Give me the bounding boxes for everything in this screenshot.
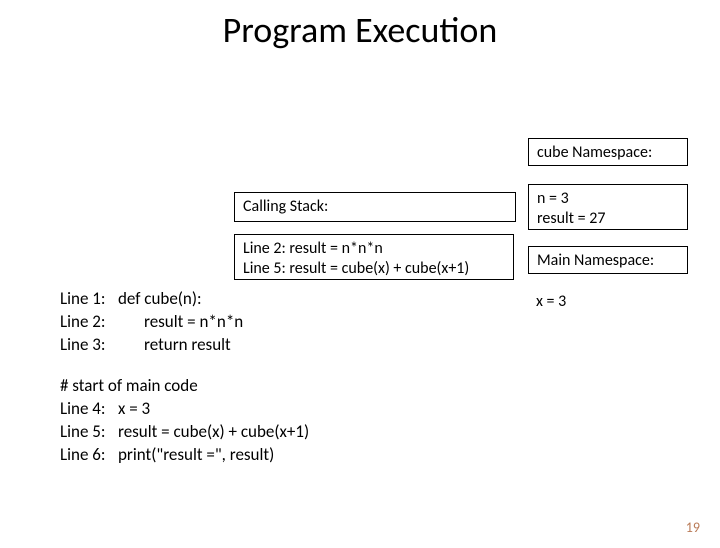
calling-stack-label: Calling Stack: xyxy=(234,192,516,222)
main-namespace-label: Main Namespace: xyxy=(528,246,688,274)
code-line-2: result = n*n*n xyxy=(144,311,243,332)
line-label: Line 4: xyxy=(60,398,118,421)
code-line-1: def cube(n): xyxy=(118,288,202,309)
line-label: Line 2: xyxy=(60,311,118,334)
slide-number: 19 xyxy=(686,519,700,536)
main-namespace-x: x = 3 xyxy=(528,288,688,316)
cube-namespace-values: n = 3 result = 27 xyxy=(528,184,688,230)
calling-line2: Line 2: result = n*n*n xyxy=(243,239,505,259)
line-label: Line 6: xyxy=(60,444,118,467)
cube-n: n = 3 xyxy=(537,189,679,209)
line-label: Line 1: xyxy=(60,288,118,311)
slide-title: Program Execution xyxy=(0,8,720,52)
code-line-3: return result xyxy=(144,334,231,355)
cube-namespace-label: cube Namespace: xyxy=(528,138,688,166)
code-line-6: print("result =", result) xyxy=(118,444,274,465)
line-label: Line 5: xyxy=(60,421,118,444)
line-label: Line 3: xyxy=(60,334,118,357)
cube-result: result = 27 xyxy=(537,209,679,229)
code-comment: # start of main code xyxy=(60,375,309,398)
calling-line5: Line 5: result = cube(x) + cube(x+1) xyxy=(243,259,505,279)
calling-stack-body: Line 2: result = n*n*n Line 5: result = … xyxy=(234,234,514,280)
code-block: Line 1:def cube(n): Line 2: result = n*n*… xyxy=(60,288,309,467)
code-line-4: x = 3 xyxy=(118,398,150,419)
code-line-5: result = cube(x) + cube(x+1) xyxy=(118,421,309,442)
